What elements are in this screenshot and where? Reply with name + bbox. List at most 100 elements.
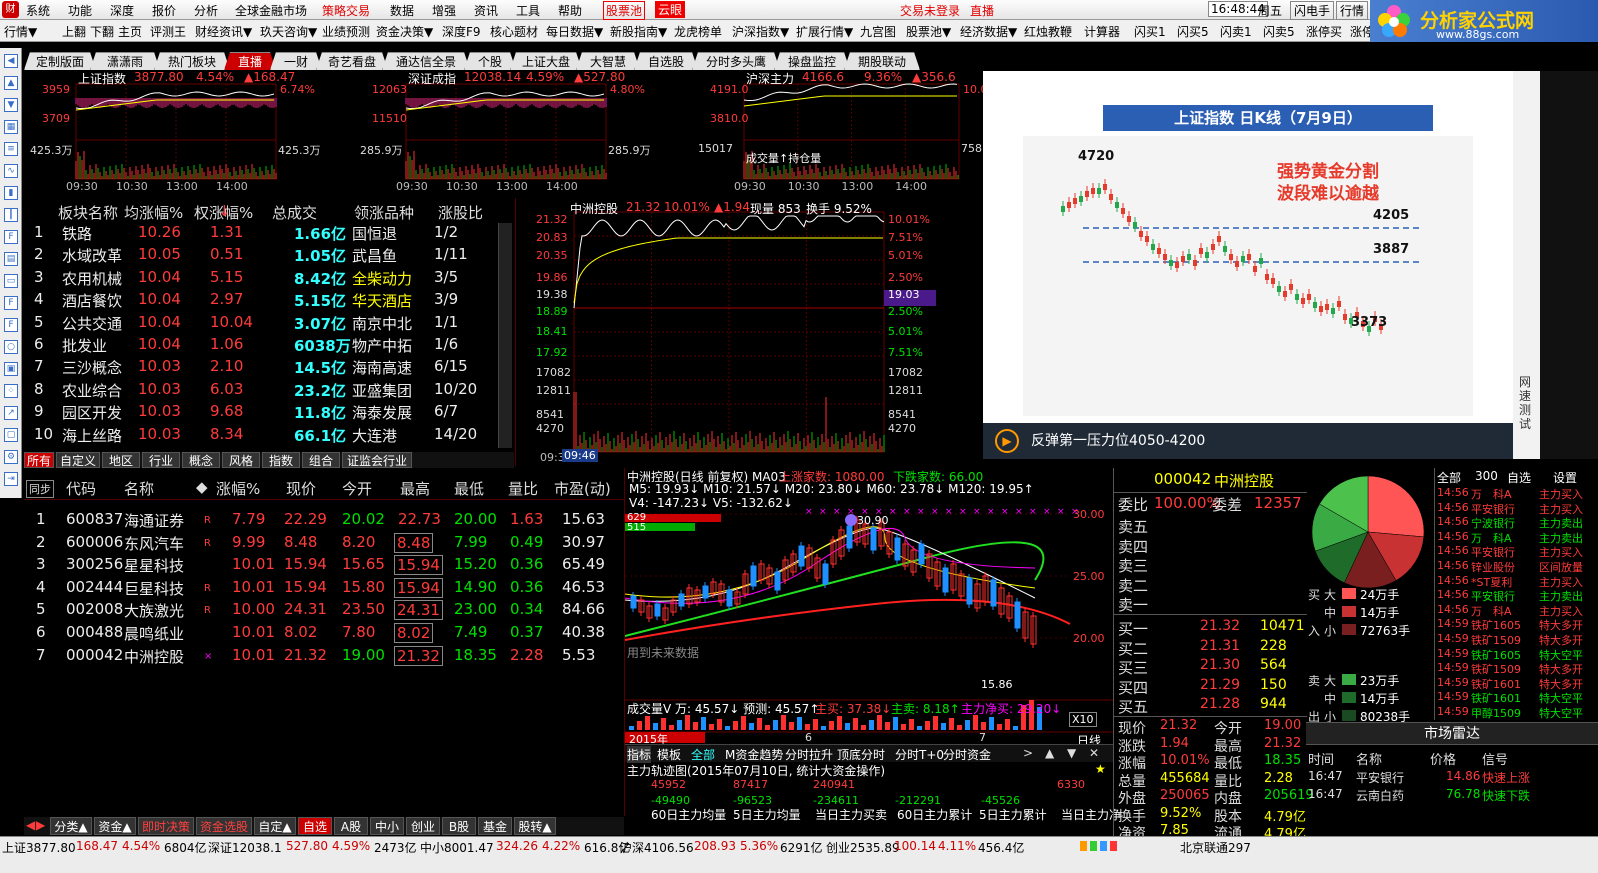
grid-icon[interactable]: ▦	[4, 120, 18, 134]
sector-tab-6[interactable]: 指数	[262, 452, 300, 468]
tab-1[interactable]: 潇潇雨	[90, 52, 160, 70]
tab-5[interactable]: 奇艺看盘	[316, 52, 388, 70]
circle-icon[interactable]: ○	[4, 340, 18, 354]
sector-row[interactable]: 10 海上丝路 10.03 8.34 66.1亿 大连港 14/20	[24, 425, 514, 447]
sector-row[interactable]: 7 三沙概念 10.03 2.10 14.5亿 海南高速 6/15	[24, 357, 514, 379]
stock-header-3[interactable]: 现价	[286, 478, 316, 499]
mini-chart-1[interactable]: 深证成指 12038.14 4.59% ▲527.80 12063 11510 4.80% 2…	[354, 70, 654, 196]
f12-icon[interactable]: F	[4, 318, 18, 332]
list-icon[interactable]: ≡	[4, 142, 18, 156]
tab-10[interactable]: 自选股	[634, 52, 698, 70]
menu-analysis[interactable]: 分析	[194, 2, 218, 19]
tab-13[interactable]: 期股联动	[844, 52, 920, 70]
tb-index[interactable]: 沪深指数▼	[732, 23, 789, 40]
chart-line-icon[interactable]: ∿	[4, 164, 18, 178]
menu-cloud-eye[interactable]: 云眼	[655, 1, 686, 18]
tb-nine-grid[interactable]: 九宫图	[860, 23, 896, 40]
trend-icon[interactable]: ↗	[4, 406, 18, 420]
menu-system[interactable]: 系统	[26, 2, 50, 19]
tab-2[interactable]: 热门板块	[154, 52, 230, 70]
menu-global-markets[interactable]: 全球金融市场	[235, 2, 307, 19]
tab-next-icon[interactable]: ▶	[36, 818, 45, 832]
tb-dragon-tiger[interactable]: 龙虎榜单	[674, 23, 722, 40]
settings-icon[interactable]: ⚙	[4, 450, 18, 464]
sector-scrollbar[interactable]	[498, 223, 512, 448]
tab-11[interactable]: 分时多头鹰	[692, 52, 780, 70]
sync-button[interactable]: 同步	[26, 480, 54, 498]
stock-row[interactable]: 5 002008 大族激光 R 10.00 24.31 23.50 24.31 23.00 0.3…	[24, 600, 624, 622]
stock-header-0[interactable]: 代码	[66, 478, 96, 499]
tb-stock-pool[interactable]: 股票池▼	[906, 23, 951, 40]
tb-page-up[interactable]: 上翻	[62, 23, 86, 40]
up-icon[interactable]: ▲	[1045, 746, 1054, 760]
indicator-tab-5[interactable]: 顶底分时	[837, 746, 885, 763]
tab-12[interactable]: 操盘监控	[774, 52, 850, 70]
up-arrow-icon[interactable]: ▲	[4, 76, 18, 90]
f10-icon[interactable]: F	[4, 230, 18, 244]
tab-6[interactable]: 通达信全景	[382, 52, 470, 70]
tb-flash-sell5[interactable]: 闪卖5	[1263, 23, 1295, 40]
sector-header-5[interactable]: 涨股比	[438, 202, 483, 223]
candle-icon[interactable]: ┃	[4, 208, 18, 222]
tab-4[interactable]: 一财	[270, 52, 322, 70]
calendar-icon[interactable]: ▣	[4, 362, 18, 376]
sector-row[interactable]: 3 农用机械 10.04 5.15 8.42亿 全柴动力 3/5	[24, 268, 514, 290]
menu-data[interactable]: 数据	[390, 2, 414, 19]
play-icon[interactable]: ▶	[995, 429, 1019, 453]
scatter-icon[interactable]: ⁘	[4, 384, 18, 398]
sector-tab-3[interactable]: 行业	[142, 452, 180, 468]
tb-evaluation[interactable]: 评测王	[150, 23, 186, 40]
next-icon[interactable]: >	[1023, 746, 1033, 760]
sector-row[interactable]: 5 公共交通 10.04 10.04 3.07亿 南京中北 1/1	[24, 313, 514, 335]
tab-prev-icon[interactable]: ◀	[26, 818, 35, 832]
intraday-chart[interactable]: 中洲控股 21.32 10.01% ▲1.94 现量 853 换手 9.52% 21.32 2…	[515, 198, 936, 466]
stock-tab-6[interactable]: A股	[334, 817, 368, 835]
stock-tab-2[interactable]: 即时决策	[138, 817, 194, 835]
menu-tools[interactable]: 工具	[516, 2, 540, 19]
column-menu-icon[interactable]: ◆	[196, 478, 208, 496]
tb-finance-news[interactable]: 财经资讯▼	[195, 23, 252, 40]
back-arrow-icon[interactable]: ◀	[4, 54, 18, 68]
tb-flash-buy5[interactable]: 闪买5	[1177, 23, 1209, 40]
tb-quote[interactable]: 行情▼	[4, 23, 37, 40]
stock-tab-1[interactable]: 资金▲	[94, 817, 136, 835]
stock-row[interactable]: 4 002444 巨星科技 R 10.01 15.94 15.80 15.94 14.90 0.3…	[24, 577, 624, 600]
tab-7[interactable]: 个股	[464, 52, 516, 70]
menu-function[interactable]: 功能	[68, 2, 92, 19]
stock-header-1[interactable]: 名称	[124, 478, 154, 499]
quote-button[interactable]: 行情	[1336, 1, 1369, 20]
flash-trade-button[interactable]: 闪电手	[1290, 1, 1335, 20]
live-link[interactable]: 直播	[970, 2, 994, 19]
sector-row[interactable]: 8 农业综合 10.03 6.03 23.2亿 亚盛集团 10/20	[24, 380, 514, 402]
app-logo-icon[interactable]: 财	[2, 1, 19, 18]
stock-row[interactable]: 7 000042 中洲控股 × 10.01 21.32 19.00 21.32 18.35 2.2…	[24, 645, 624, 668]
sector-row[interactable]: 2 水域改革 10.05 0.51 1.05亿 武昌鱼 1/11	[24, 245, 514, 267]
tb-flash-sell1[interactable]: 闪卖1	[1220, 23, 1252, 40]
stock-header-5[interactable]: 最高	[400, 478, 430, 499]
tb-ipo-guide[interactable]: 新股指南▼	[610, 23, 667, 40]
close-icon[interactable]: ✕	[1089, 746, 1099, 760]
down-arrow-icon[interactable]: ▼	[4, 98, 18, 112]
indicator-tab-6[interactable]: 分时T+0	[895, 746, 944, 763]
f11-icon[interactable]: F	[4, 296, 18, 310]
bar-chart-icon[interactable]: ▮	[4, 186, 18, 200]
sector-row[interactable]: 4 酒店餐饮 10.04 2.97 5.15亿 华天酒店 3/9	[24, 290, 514, 312]
exit-icon[interactable]: ⇥	[4, 472, 18, 486]
menu-enhance[interactable]: 增强	[432, 2, 456, 19]
tab-8[interactable]: 上证大盘	[510, 52, 582, 70]
stock-header-4[interactable]: 今开	[342, 478, 372, 499]
indicator-tab-0[interactable]: 指标	[627, 746, 652, 763]
kline-chart[interactable]: × × × × × × × × × × × × × × × × × × × × 中洲控股(日线 前复权) MA03 上涨家…	[624, 468, 1121, 822]
indicator-tab-7[interactable]: 分时资金	[943, 746, 991, 763]
ticker-tab-0[interactable]: 全部	[1437, 469, 1461, 486]
menu-stock-pool[interactable]: 股票池	[603, 1, 646, 20]
sector-tab-1[interactable]: 自定义	[56, 452, 100, 468]
sector-tab-2[interactable]: 地区	[102, 452, 140, 468]
tb-daily-data[interactable]: 每日数据▼	[546, 23, 603, 40]
kline-x10-button[interactable]: X10	[1069, 712, 1097, 727]
stock-header-7[interactable]: 量比	[508, 478, 538, 499]
sector-tab-4[interactable]: 概念	[182, 452, 220, 468]
tb-limit-up-buy[interactable]: 涨停买	[1306, 23, 1342, 40]
tb-depth-f9[interactable]: 深度F9	[442, 23, 481, 40]
menu-depth[interactable]: 深度	[110, 2, 134, 19]
